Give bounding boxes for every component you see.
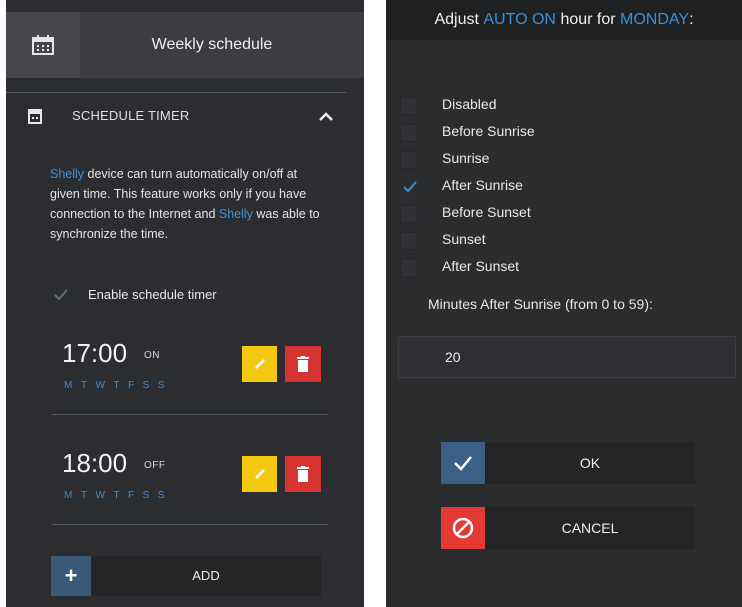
shelly-link: Shelly	[218, 207, 253, 221]
timer-days: M T W T F S S	[64, 490, 165, 501]
cancel-icon-box	[441, 507, 485, 549]
option-label: Sunset	[442, 231, 486, 247]
checkmark-icon	[54, 289, 68, 301]
timer-entry: 17:00 ON M T W T F S S	[52, 332, 332, 402]
day-label: S	[157, 490, 165, 501]
calendar-grid-icon	[32, 35, 54, 55]
schedule-timer-section-header[interactable]: SCHEDULE TIMER	[6, 100, 364, 132]
option-disabled[interactable]: Disabled	[400, 94, 720, 121]
option-checkbox[interactable]	[400, 124, 418, 142]
option-checkbox[interactable]	[400, 259, 418, 277]
schedule-description: Shelly device can turn automatically on/…	[50, 164, 320, 244]
ok-button[interactable]: OK	[441, 442, 695, 484]
add-label: ADD	[192, 568, 220, 583]
day-label: S	[157, 380, 165, 391]
enable-schedule-checkbox[interactable]: Enable schedule timer	[52, 284, 332, 306]
edit-timer-button[interactable]	[242, 346, 277, 382]
delete-timer-button[interactable]	[285, 456, 321, 492]
timer-time: 18:00	[62, 448, 128, 478]
weekly-icon-box	[6, 12, 80, 78]
prohibited-icon	[452, 517, 474, 539]
divider	[6, 92, 346, 93]
ok-icon-box	[441, 442, 485, 484]
chevron-up-icon[interactable]	[316, 106, 336, 126]
delete-timer-button[interactable]	[285, 346, 321, 382]
title-mode: AUTO ON	[483, 11, 556, 28]
day-label: M	[64, 380, 73, 391]
option-checkbox[interactable]	[400, 205, 418, 223]
schedule-timer-title: SCHEDULE TIMER	[72, 108, 190, 123]
title-middle: hour for	[560, 11, 616, 28]
divider	[52, 414, 328, 415]
day-label: S	[142, 490, 150, 501]
weekly-schedule-button[interactable]: Weekly schedule	[6, 12, 364, 78]
day-label: W	[95, 380, 106, 391]
title-prefix: Adjust	[434, 11, 479, 28]
day-label: S	[142, 380, 150, 391]
checkmark-icon	[454, 456, 472, 471]
option-label: After Sunrise	[442, 177, 523, 193]
timer-days: M T W T F S S	[64, 380, 165, 391]
option-label: Sunrise	[442, 150, 490, 166]
option-label: Disabled	[442, 96, 497, 112]
option-after-sunrise[interactable]: After Sunrise	[400, 175, 720, 202]
pencil-icon	[254, 359, 265, 369]
timer-entry: 18:00 OFF M T W T F S S	[52, 442, 332, 512]
option-checkbox[interactable]	[400, 151, 418, 169]
trash-icon	[297, 356, 309, 372]
enable-schedule-label: Enable schedule timer	[88, 287, 217, 302]
day-label: F	[128, 490, 135, 501]
timer-state: OFF	[144, 460, 166, 471]
option-before-sunset[interactable]: Before Sunset	[400, 202, 720, 229]
trash-icon	[297, 466, 309, 482]
option-label: After Sunset	[442, 258, 520, 274]
day-label: T	[80, 490, 88, 501]
option-sunrise[interactable]: Sunrise	[400, 148, 720, 175]
adjust-hour-dialog: Adjust AUTO ON hour for MONDAY: Disabled…	[386, 0, 742, 607]
option-sunset[interactable]: Sunset	[400, 229, 720, 256]
title-suffix: :	[689, 11, 694, 28]
checkmark-icon[interactable]	[401, 178, 419, 196]
day-label: W	[95, 490, 106, 501]
cancel-button[interactable]: CANCEL	[441, 507, 695, 549]
title-day: MONDAY	[620, 11, 690, 28]
minutes-value: 20	[445, 349, 461, 365]
option-checkbox[interactable]	[400, 97, 418, 115]
weekly-schedule-title: Weekly schedule	[151, 36, 273, 53]
sun-option-list: Disabled Before Sunrise Sunrise After Su…	[400, 94, 720, 283]
plus-icon: +	[51, 556, 91, 596]
day-label: T	[80, 380, 88, 391]
calendar-icon	[28, 109, 42, 124]
add-timer-button[interactable]: + ADD	[51, 556, 321, 596]
dialog-title: Adjust AUTO ON hour for MONDAY:	[386, 0, 742, 40]
divider	[52, 524, 328, 525]
option-label: Before Sunset	[442, 204, 531, 220]
option-checkbox[interactable]	[400, 232, 418, 250]
pencil-icon	[254, 469, 265, 479]
day-label: T	[113, 380, 121, 391]
ok-label: OK	[579, 455, 601, 471]
minutes-label: Minutes After Sunrise (from 0 to 59):	[428, 296, 653, 312]
option-before-sunrise[interactable]: Before Sunrise	[400, 121, 720, 148]
option-after-sunset[interactable]: After Sunset	[400, 256, 720, 283]
timer-time: 17:00	[62, 338, 128, 368]
cancel-label: CANCEL	[561, 520, 619, 536]
shelly-link: Shelly	[50, 167, 85, 181]
day-label: T	[113, 490, 121, 501]
minutes-input[interactable]: 20	[398, 336, 736, 378]
edit-timer-button[interactable]	[242, 456, 277, 492]
day-label: F	[128, 380, 135, 391]
schedule-panel: Weekly schedule SCHEDULE TIMER Shelly de…	[6, 0, 364, 607]
timer-state: ON	[144, 350, 160, 361]
day-label: M	[64, 490, 73, 501]
option-label: Before Sunrise	[442, 123, 535, 139]
